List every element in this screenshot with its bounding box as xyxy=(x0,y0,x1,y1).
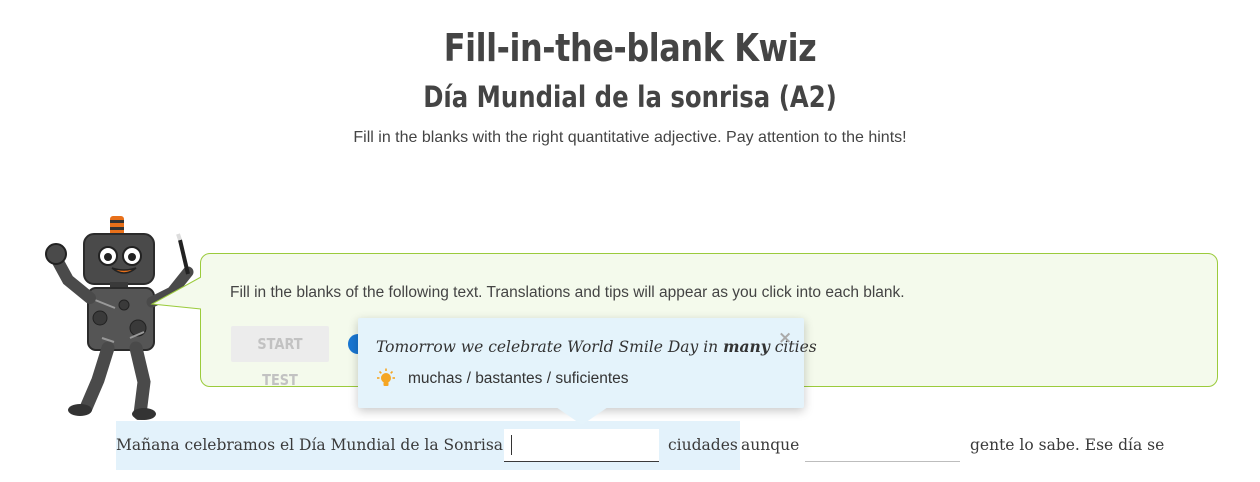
text-caret xyxy=(511,435,512,455)
lightbulb-icon xyxy=(377,368,395,386)
tooltip-hint-text: muchas / bastantes / suficientes xyxy=(408,370,629,387)
close-icon[interactable]: × xyxy=(778,328,792,348)
speech-bubble-tail xyxy=(150,276,206,310)
tooltip-arrow xyxy=(556,407,608,425)
instructions-text: Fill in the blanks with the right quanti… xyxy=(353,129,907,146)
page-title: Fill-in-the-blank Kwiz xyxy=(443,26,817,70)
sentence-segment-1: Mañana celebramos el Día Mundial de la S… xyxy=(116,436,528,454)
blank-input-1[interactable] xyxy=(504,429,659,462)
sentence-segment-4: gente lo sabe. Ese día se xyxy=(970,436,1165,454)
robot-mascot-icon xyxy=(45,216,194,420)
sentence-segment-2: ciudades xyxy=(668,436,738,454)
translation-text-end: cities xyxy=(769,338,817,356)
panel-instructions-text: Fill in the blanks of the following text… xyxy=(230,284,905,301)
tooltip-translation: Tomorrow we celebrate World Smile Day in… xyxy=(376,337,817,356)
translation-text: Tomorrow we celebrate World Smile Day in xyxy=(376,338,724,356)
start-test-label: START TEST xyxy=(257,335,303,389)
blank-input-2[interactable] xyxy=(805,429,960,462)
hint-tooltip xyxy=(358,318,804,408)
translation-emphasis: many xyxy=(723,337,770,356)
start-test-button[interactable]: START TEST xyxy=(231,326,329,389)
sentence-segment-3: aunque xyxy=(741,436,800,454)
page-subtitle: Día Mundial de la sonrisa (A2) xyxy=(423,80,837,114)
